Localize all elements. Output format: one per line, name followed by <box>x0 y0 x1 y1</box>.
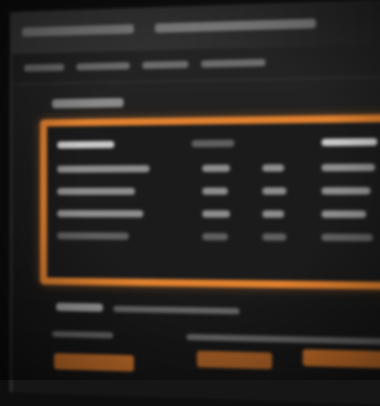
table-cell <box>321 187 371 195</box>
menu-item[interactable] <box>142 60 189 69</box>
menu-item[interactable] <box>76 62 130 71</box>
table-cell <box>262 164 285 172</box>
menu-item[interactable] <box>201 58 266 68</box>
table-cell <box>57 210 144 218</box>
highlighted-panel <box>39 114 380 290</box>
column-header <box>57 140 115 149</box>
table-cell <box>57 165 150 173</box>
section-heading <box>52 97 124 109</box>
column-header <box>321 138 378 147</box>
table-cell <box>202 233 228 241</box>
table-cell <box>202 187 228 195</box>
table-header-row <box>57 132 380 154</box>
table-row[interactable] <box>57 182 380 201</box>
table-cell <box>262 187 287 195</box>
table-cell <box>262 233 287 241</box>
table-row[interactable] <box>57 158 380 179</box>
table-cell <box>202 210 230 218</box>
table-cell <box>202 164 230 173</box>
table-cell <box>262 210 285 218</box>
right-action-button[interactable] <box>302 349 380 369</box>
table-cell <box>321 233 373 242</box>
table-cell <box>321 210 367 218</box>
left-action-button[interactable] <box>54 353 134 372</box>
table-cell <box>57 187 136 195</box>
text-line <box>52 330 114 339</box>
table-cell <box>57 232 129 240</box>
text-line <box>186 333 380 346</box>
table-row[interactable] <box>57 205 380 224</box>
app-window <box>10 0 380 406</box>
table-row[interactable] <box>57 227 380 248</box>
title-placeholder-2 <box>154 18 316 33</box>
column-header <box>191 139 235 148</box>
text-line <box>113 305 240 315</box>
center-action-button[interactable] <box>196 350 273 370</box>
sub-section-label <box>56 302 103 312</box>
table-cell <box>321 163 376 172</box>
menu-item[interactable] <box>23 63 65 72</box>
title-placeholder <box>21 24 134 37</box>
